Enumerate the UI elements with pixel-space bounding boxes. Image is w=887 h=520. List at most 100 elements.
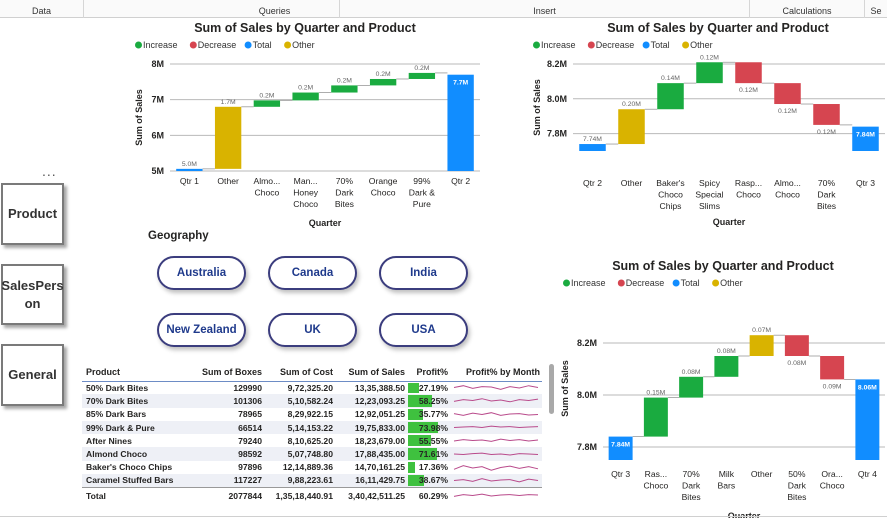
profit-value: 71.61% (418, 449, 448, 460)
legend-item-increase[interactable]: Increase (143, 40, 178, 50)
waterfall-bar-decrease[interactable] (784, 335, 809, 356)
ribbon-group-queries[interactable]: Queries (210, 0, 340, 18)
ribbon-group-insert[interactable]: Insert (340, 0, 750, 18)
legend-item-other[interactable]: Other (292, 40, 315, 50)
waterfall-bar-other[interactable] (618, 109, 645, 145)
legend-item-increase[interactable]: Increase (541, 40, 576, 50)
waterfall-bar-total[interactable] (447, 74, 474, 171)
slicer-option-new-zealand[interactable]: New Zealand (157, 313, 246, 347)
waterfall-chart-q1-q2[interactable]: Sum of Sales by Quarter and Product Incre… (130, 18, 485, 228)
waterfall-bar-other[interactable] (214, 106, 242, 169)
legend-item-decrease[interactable]: Decrease (198, 40, 237, 50)
waterfall-bar-increase[interactable] (714, 356, 739, 377)
waterfall-bar-total[interactable] (579, 144, 606, 151)
product-sales-table[interactable]: Product Sum of Boxes Sum of Cost Sum of … (82, 363, 542, 504)
legend-item-other[interactable]: Other (690, 40, 713, 50)
x-axis-label: Quarter (309, 218, 342, 228)
column-header-boxes[interactable]: Sum of Boxes (190, 363, 264, 382)
data-label: 0.12M (778, 108, 797, 115)
data-label: 1.7M (221, 99, 236, 106)
y-tick-label: 7.8M (577, 442, 597, 452)
table-row[interactable]: Caramel Stuffed Bars 117227 9,88,223.61 16,… (82, 474, 542, 488)
geography-slicer-title: Geography (148, 230, 209, 242)
table-row[interactable]: 85% Dark Bars 78965 8,29,922.15 12,92,051.2… (82, 408, 542, 421)
cell-profit-sparkline (450, 461, 542, 474)
total-sales: 3,40,42,511.25 (335, 486, 407, 504)
table-row[interactable]: 50% Dark Bites 129990 9,72,325.20 13,35,388… (82, 381, 542, 394)
ribbon-bar: Data Queries Insert Calculations Se (0, 0, 887, 18)
waterfall-bar-total[interactable] (176, 168, 203, 171)
waterfall-chart-q2-q3[interactable]: Sum of Sales by Quarter and Product Incre… (528, 18, 887, 230)
profit-value: 27.19% (418, 382, 448, 393)
total-profit: 60.29% (407, 486, 450, 504)
column-header-sales[interactable]: Sum of Sales (335, 363, 407, 382)
waterfall-bar-decrease[interactable] (774, 83, 801, 105)
slicer-option-india[interactable]: India (379, 256, 468, 290)
waterfall-bar-increase[interactable] (331, 85, 358, 93)
waterfall-bar-increase[interactable] (657, 83, 684, 110)
data-label: 0.2M (298, 85, 313, 92)
table-row[interactable]: Baker's Choco Chips 97896 12,14,889.36 14,7… (82, 461, 542, 474)
table-scrollbar[interactable] (549, 364, 554, 414)
slicer-option-australia[interactable]: Australia (157, 256, 246, 290)
waterfall-bar-increase[interactable] (643, 397, 668, 437)
sparkline (453, 385, 539, 391)
y-axis-label: Sum of Sales (532, 79, 542, 136)
table-row[interactable]: Almond Choco 98592 5,07,748.80 17,88,435.00… (82, 447, 542, 461)
x-axis-label: Quarter (713, 217, 746, 227)
cell-profit-sparkline (450, 474, 542, 488)
waterfall-bar-decrease[interactable] (820, 356, 845, 380)
ribbon-group-more[interactable]: Se (865, 0, 887, 18)
sparkline (453, 465, 539, 471)
column-header-profit-by-month[interactable]: Profit% by Month (450, 363, 542, 382)
legend-item-decrease[interactable]: Decrease (626, 278, 665, 288)
waterfall-chart-q3-q4[interactable]: Sum of Sales by Quarter and Product Incre… (558, 256, 887, 520)
cell-profit: 17.36% (407, 461, 450, 474)
nav-button-salesperson[interactable]: SalesPers on (1, 264, 64, 325)
slicer-option-usa[interactable]: USA (379, 313, 468, 347)
cell-sales: 13,35,388.50 (354, 382, 405, 393)
legend-item-total[interactable]: Total (681, 278, 700, 288)
legend-item-decrease[interactable]: Decrease (596, 40, 635, 50)
table-row[interactable]: After Nines 79240 8,10,625.20 18,23,679.00 5… (82, 434, 542, 447)
more-options-icon[interactable]: ... (42, 163, 57, 179)
y-tick-label: 7M (151, 95, 164, 105)
ribbon-group-calculations[interactable]: Calculations (750, 0, 865, 18)
table-row[interactable]: 99% Dark & Pure 66514 5,14,153.22 19,75,833… (82, 420, 542, 435)
cell-sales: 14,70,161.25 (354, 462, 405, 473)
legend-item-total[interactable]: Total (253, 40, 272, 50)
waterfall-bar-increase[interactable] (408, 72, 436, 79)
data-label: 7.7M (453, 80, 468, 87)
column-header-product[interactable]: Product (82, 363, 190, 382)
legend-item-other[interactable]: Other (720, 278, 743, 288)
waterfall-bar-increase[interactable] (292, 92, 319, 101)
legend-item-increase[interactable]: Increase (571, 278, 606, 288)
cell-profit-sparkline (450, 408, 542, 421)
column-header-cost[interactable]: Sum of Cost (264, 363, 335, 382)
cell-profit-sparkline (450, 420, 542, 435)
y-tick-label: 8M (151, 59, 164, 69)
waterfall-bar-other[interactable] (749, 335, 774, 356)
ribbon-group-data[interactable]: Data (0, 0, 84, 18)
nav-button-product[interactable]: Product (1, 183, 64, 245)
cell-cost: 5,10,582.24 (264, 394, 335, 408)
waterfall-bar-decrease[interactable] (813, 104, 840, 125)
legend-item-total[interactable]: Total (651, 40, 670, 50)
cell-cost: 9,88,223.61 (264, 474, 335, 488)
waterfall-bar-decrease[interactable] (735, 62, 762, 84)
total-boxes: 2077844 (190, 486, 264, 504)
waterfall-bar-increase[interactable] (696, 62, 723, 84)
column-header-profit[interactable]: Profit% (407, 363, 450, 382)
y-tick-label: 8.0M (547, 94, 567, 104)
waterfall-bar-increase[interactable] (253, 100, 281, 107)
nav-button-general[interactable]: General (1, 344, 64, 406)
table-row[interactable]: 70% Dark Bites 101306 5,10,582.24 12,23,093… (82, 394, 542, 408)
y-axis-label: Sum of Sales (134, 89, 144, 146)
slicer-option-canada[interactable]: Canada (268, 256, 357, 290)
waterfall-bar-total[interactable] (852, 126, 879, 151)
x-category-label: Ras... Choco (643, 469, 668, 491)
waterfall-bar-increase[interactable] (369, 78, 397, 86)
waterfall-bar-total[interactable] (855, 379, 880, 460)
slicer-option-uk[interactable]: UK (268, 313, 357, 347)
waterfall-bar-increase[interactable] (679, 376, 704, 398)
